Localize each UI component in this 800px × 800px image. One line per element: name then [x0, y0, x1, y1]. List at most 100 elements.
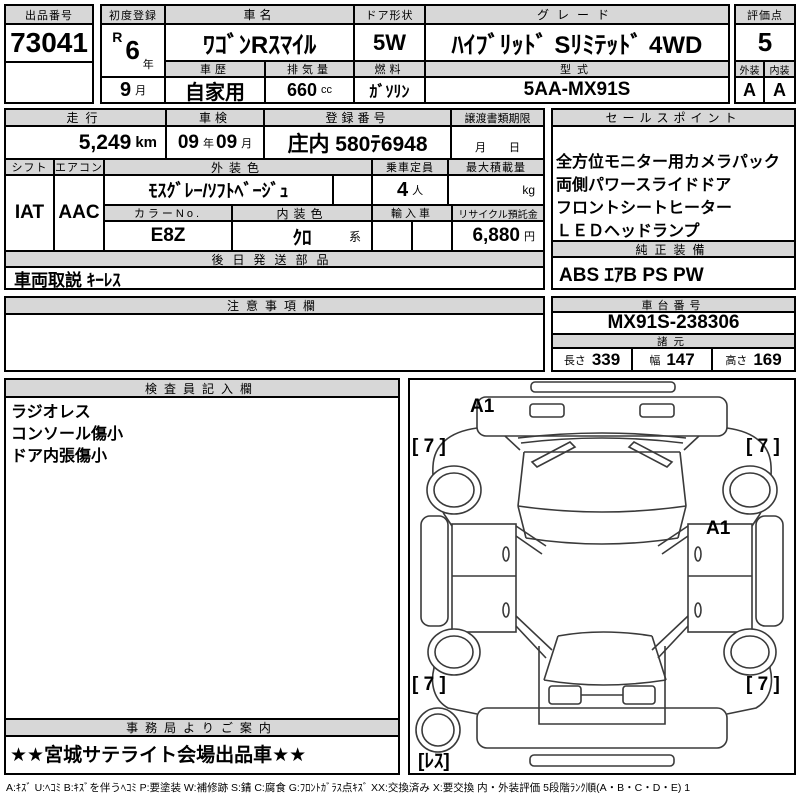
shift-value: IAT: [6, 176, 55, 252]
damage-marker: A1: [706, 518, 731, 539]
caution-notes-header: 注意事項欄: [6, 298, 543, 315]
history-value: 自家用: [166, 78, 266, 102]
damage-marker: [ 7 ]: [746, 674, 780, 695]
reg-year: 6: [125, 35, 140, 65]
aircon-value: AAC: [55, 176, 105, 252]
inspection-year: 09: [177, 131, 199, 153]
inspection-month: 09: [216, 131, 238, 153]
sales-point: 全方位モニター用カメラパック: [556, 154, 780, 171]
lot-number-value: 73041: [6, 25, 92, 63]
chassis-number-header: 車台番号: [553, 298, 794, 313]
transfer-day-label: 日: [509, 142, 520, 154]
later-parts-header: 後日発送部品: [6, 252, 543, 268]
import-header: 輸入車: [373, 206, 453, 222]
damage-marker-layer: A1 [ 7 ] [ 7 ] A1 [ 7 ] [ 7 ] [ﾚｽ]: [410, 380, 794, 773]
damage-marker: A1: [470, 396, 495, 417]
equipment-header: 純正装備: [553, 240, 794, 258]
interior-grade-value: A: [773, 79, 786, 100]
shift-header: シフト: [6, 160, 55, 176]
inspector-header: 検査員記入欄: [6, 380, 398, 398]
height-label: 高さ: [725, 354, 748, 367]
mileage-unit: km: [135, 134, 157, 151]
capacity-number: 4: [396, 178, 409, 201]
reg-month-suffix: 月: [135, 85, 147, 97]
reg-year-suffix: 年: [142, 59, 154, 71]
inspection-month-suffix: 月: [241, 137, 253, 150]
caution-notes-content: [6, 315, 543, 370]
office-content: ★★宮城サテライト会場出品車★★: [10, 745, 307, 766]
recycle-fee-number: 6,880: [472, 225, 520, 246]
lot-number-box: 出品番号 73041: [4, 4, 94, 104]
door-shape-header: ドア形状: [355, 6, 426, 25]
grade-header: グレード: [426, 6, 728, 25]
import-value-cell-2: [413, 222, 453, 252]
caution-notes-box: 注意事項欄: [4, 296, 545, 372]
transfer-deadline-header: 譲渡書類期限: [452, 110, 543, 127]
import-value-cell-1: [373, 222, 413, 252]
history-header: 車歴: [166, 62, 266, 78]
capacity-unit: 人: [412, 185, 424, 197]
vehicle-header-box: 初度登録 R 6 年 9 月 車名 ﾜｺﾞﾝRｽﾏｲﾙ 車歴 自家用 排気量 6…: [100, 4, 730, 104]
exterior-color-value: ﾓｽｸﾞﾚｰ/ｿﾌﾄﾍﾞｰｼﾞｭ: [105, 176, 334, 206]
color-no-header: カラーNo.: [105, 206, 233, 222]
damage-marker: [ 7 ]: [412, 674, 446, 695]
details-box: 走行 車検 登録番号 譲渡書類期限 5,249 km 09 年 09 月 庄内 …: [4, 108, 545, 290]
recycle-fee-value: 6,880 円: [453, 222, 543, 252]
chassis-box: 車台番号 MX91S-238306 諸元 長さ 339 幅 147 高さ 169: [551, 296, 796, 372]
interior-color-name: ｸﾛ: [292, 227, 312, 249]
fuel-header: 燃料: [355, 62, 426, 78]
damage-marker: [ 7 ]: [746, 436, 780, 457]
interior-color-suffix: 系: [348, 229, 361, 244]
color-no-value: E8Z: [105, 222, 233, 252]
damage-marker: [ﾚｽ]: [418, 751, 450, 772]
lot-number-header: 出品番号: [6, 6, 92, 25]
width-value: 147: [666, 349, 695, 369]
inspection-header: 車検: [167, 110, 265, 127]
sales-points-box: セールスポイント 全方位モニター用カメラパック 両側パワースライドドア フロント…: [551, 108, 796, 290]
displacement-header: 排気量: [266, 62, 355, 78]
car-name-header: 車名: [166, 6, 355, 25]
interior-grade-header: 内装: [765, 62, 794, 78]
inspector-notes: ラジオレス コンソール傷小 ドア内張傷小: [11, 402, 123, 468]
recycle-fee-header: リサイクル預託金: [453, 206, 543, 222]
interior-color-value: ｸﾛ 系: [233, 222, 373, 252]
length-value: 339: [591, 349, 621, 369]
transfer-month-label: 月: [475, 142, 486, 154]
office-header: 事務局よりご案内: [6, 718, 398, 737]
model-code-value: 5AA-MX91S: [523, 79, 631, 100]
score-box: 評価点 5 外装 内装 A A: [734, 4, 796, 104]
inspector-box: 検査員記入欄 ラジオレス コンソール傷小 ドア内張傷小 事務局よりご案内 ★★宮…: [4, 378, 400, 775]
sales-point: 両側パワースライドドア: [556, 177, 732, 194]
length-cell: 長さ 339: [553, 349, 633, 370]
exterior-grade-value: A: [736, 78, 765, 102]
door-shape-value: 5W: [355, 25, 426, 62]
exterior-grade-header: 外装: [736, 62, 765, 78]
sales-point: ＬＥＤヘッドランプ: [556, 223, 700, 240]
displacement-number: 660: [286, 79, 318, 100]
car-diagram-box: A1 [ 7 ] [ 7 ] A1 [ 7 ] [ 7 ] [ﾚｽ]: [408, 378, 796, 775]
score-header: 評価点: [736, 6, 794, 25]
capacity-value: 4 人: [373, 176, 449, 206]
reg-month: 9: [119, 78, 132, 101]
displacement-unit: cc: [321, 84, 333, 96]
inspector-note: ドア内張傷小: [11, 448, 108, 465]
damage-code-legend: A:ｷｽﾞ U:ﾍｺﾐ B:ｷｽﾞを伴うﾍｺﾐ P:要塗装 W:補修跡 S:錆 …: [6, 782, 691, 794]
auction-sheet: 出品番号 73041 初度登録 R 6 年 9 月 車名 ﾜｺﾞﾝRｽﾏｲﾙ 車…: [0, 0, 800, 800]
damage-marker: [ 7 ]: [412, 436, 446, 457]
max-load-header: 最大積載量: [449, 160, 543, 176]
exterior-color-header: 外装色: [105, 160, 373, 176]
recycle-fee-unit: 円: [524, 231, 535, 243]
transfer-deadline-value: 月 日: [452, 127, 543, 160]
aircon-header: エアコン: [55, 160, 105, 176]
later-parts-value: 車両取説 ｷｰﾚｽ: [14, 270, 121, 289]
first-registration-month: 9 月: [102, 78, 166, 102]
inspector-note: コンソール傷小: [11, 426, 124, 443]
grade-value: ﾊｲﾌﾞﾘｯﾄﾞ Sﾘﾐﾃｯﾄﾞ 4WD: [426, 25, 728, 62]
chassis-number-value: MX91S-238306: [553, 313, 794, 335]
inspection-year-suffix: 年: [203, 137, 214, 150]
car-name-value: ﾜｺﾞﾝRｽﾏｲﾙ: [166, 25, 355, 62]
score-value: 5: [736, 25, 794, 62]
fuel-value: ｶﾞｿﾘﾝ: [355, 78, 426, 102]
width-cell: 幅 147: [633, 349, 713, 370]
interior-color-header: 内装色: [233, 206, 373, 222]
